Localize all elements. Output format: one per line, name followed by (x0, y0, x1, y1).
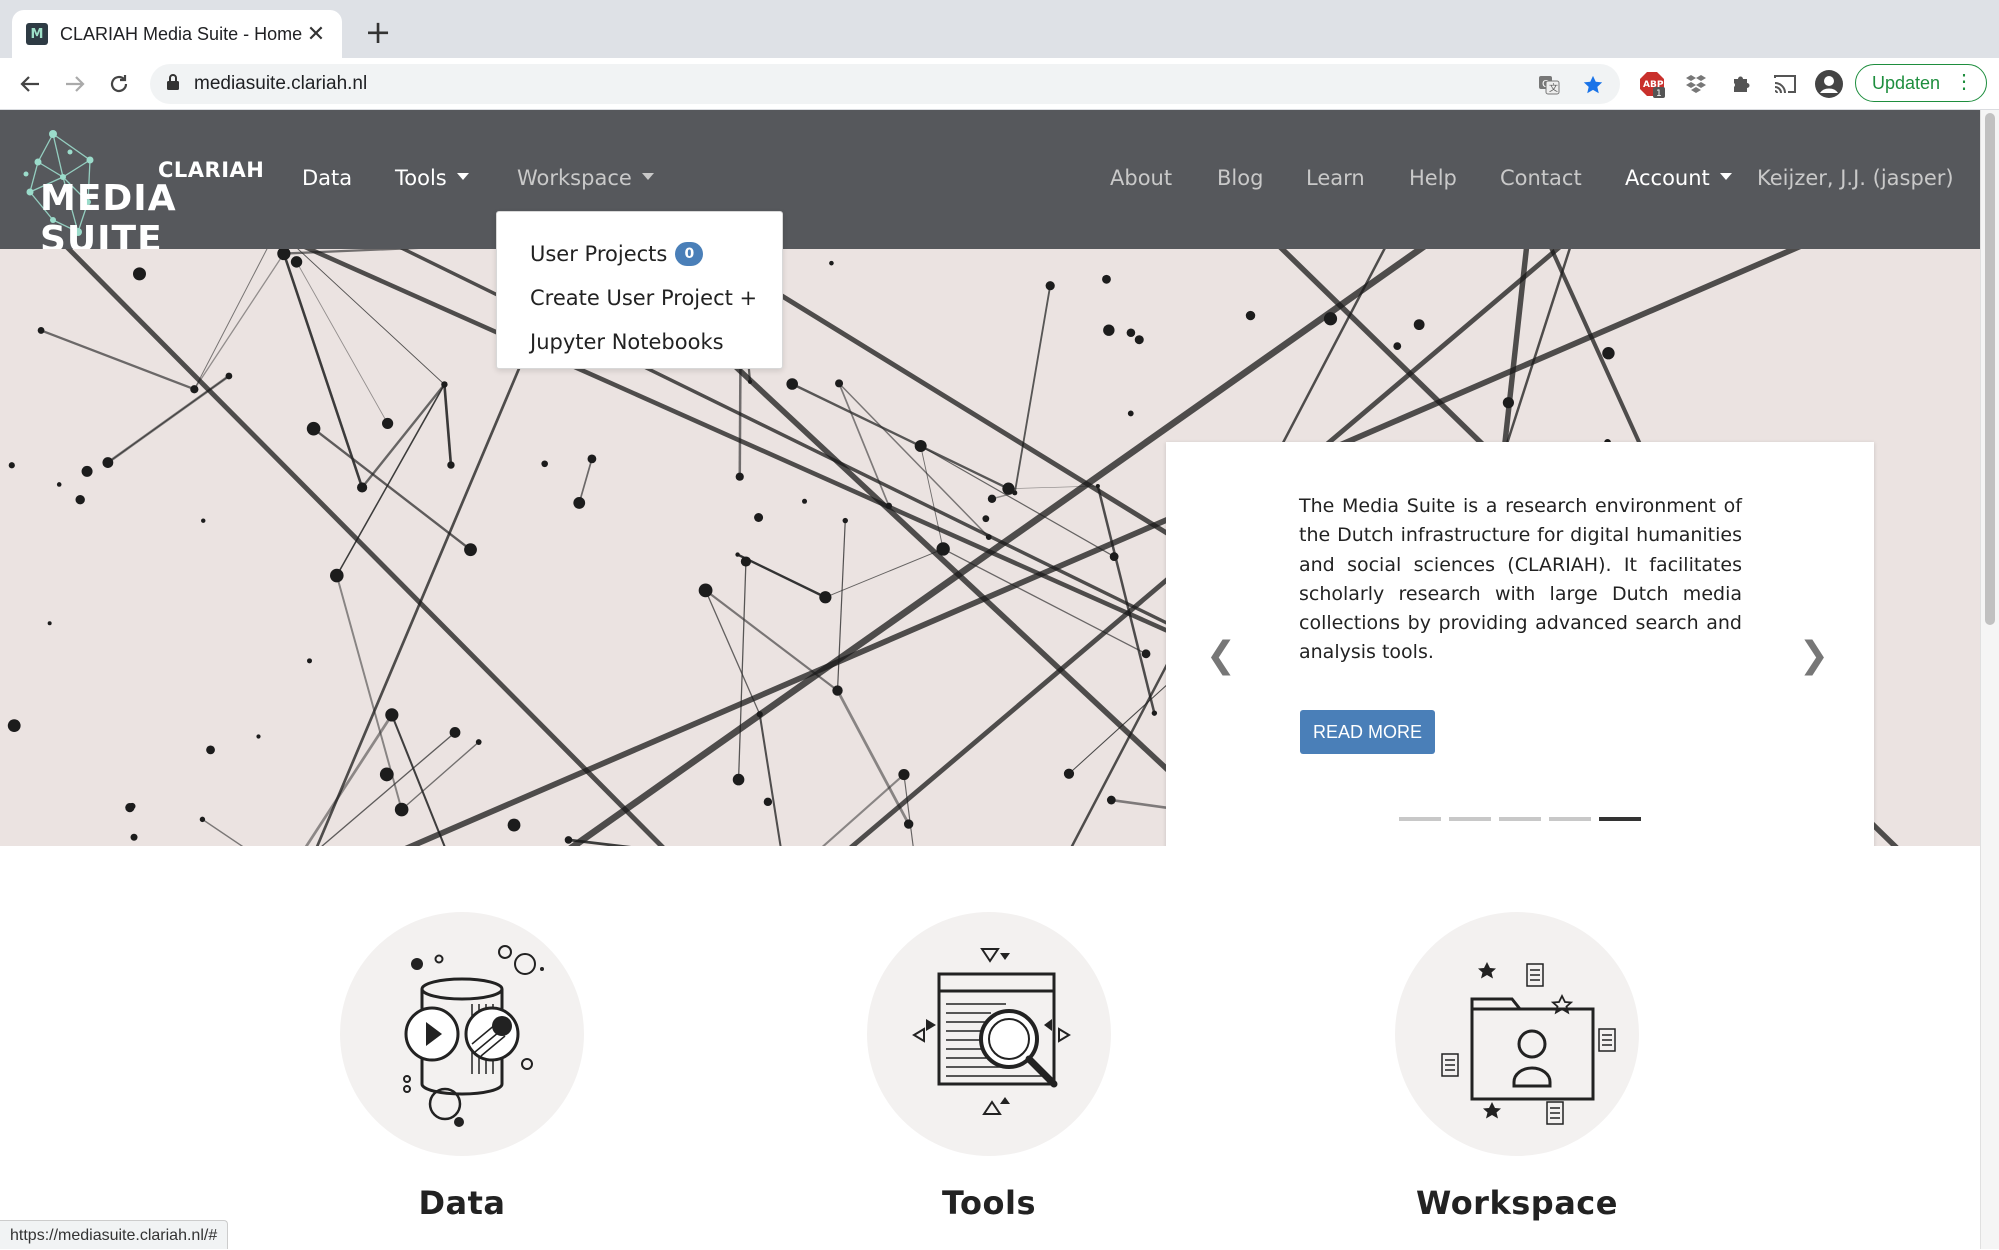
nav-tools-label: Tools (395, 166, 447, 190)
carousel-indicators (1399, 817, 1641, 821)
site-navbar: CLARIAH MEDIA SUITE Data Tools Workspace… (0, 110, 1980, 369)
feature-workspace-title: Workspace (1416, 1184, 1618, 1222)
nav-user-name[interactable]: Keijzer, J.J. (jasper) (1757, 166, 1954, 190)
url-text[interactable]: mediasuite.clariah.nl (194, 73, 367, 95)
dropbox-icon[interactable] (1680, 68, 1712, 100)
nav-help[interactable]: Help (1409, 166, 1457, 190)
workspace-folder-icon (1395, 912, 1639, 1156)
menu-item-label: User Projects (530, 242, 668, 266)
menu-item-create-user-project[interactable]: Create User Project + (497, 276, 782, 320)
tools-search-icon (867, 912, 1111, 1156)
update-browser-button[interactable]: Updaten ⋮ (1855, 64, 1987, 102)
menu-item-label: Create User Project + (530, 286, 758, 310)
browser-toolbar: mediasuite.clariah.nl G文 ABP1 Updaten ⋮ (0, 58, 1999, 110)
caret-down-icon (641, 172, 654, 180)
extensions-puzzle-icon[interactable] (1725, 68, 1757, 100)
carousel-indicator[interactable] (1549, 817, 1591, 821)
logo-line2: MEDIA SUITE (40, 178, 177, 260)
profile-avatar-icon[interactable] (1813, 68, 1845, 100)
carousel-indicator[interactable] (1499, 817, 1541, 821)
carousel-prev-arrow-icon[interactable]: ❮ (1206, 635, 1236, 676)
nav-tools[interactable]: Tools (395, 166, 469, 190)
tab-title: CLARIAH Media Suite - Home (60, 23, 303, 44)
menu-item-label: Jupyter Notebooks (530, 330, 724, 354)
nav-workspace[interactable]: Workspace (517, 166, 654, 190)
page-viewport: CLARIAH MEDIA SUITE Data Tools Workspace… (0, 110, 1980, 1249)
nav-contact[interactable]: Contact (1500, 166, 1582, 190)
status-bar-url: https://mediasuite.clariah.nl/# (0, 1220, 229, 1249)
nav-workspace-label: Workspace (517, 166, 632, 190)
feature-tools-title: Tools (941, 1184, 1037, 1222)
back-arrow-icon[interactable] (12, 66, 48, 102)
bookmark-star-icon[interactable] (1582, 74, 1604, 100)
caret-down-icon (456, 172, 469, 180)
workspace-dropdown-menu: User Projects 0 Create User Project + Ju… (496, 211, 783, 369)
svg-text:文: 文 (1549, 82, 1558, 94)
browser-tab[interactable]: M CLARIAH Media Suite - Home ✕ (12, 10, 342, 58)
nav-learn[interactable]: Learn (1306, 166, 1365, 190)
feature-data-title: Data (418, 1184, 506, 1222)
carousel-next-arrow-icon[interactable]: ❯ (1799, 635, 1829, 676)
nav-about[interactable]: About (1110, 166, 1172, 190)
user-projects-count-badge: 0 (675, 242, 704, 266)
new-tab-icon[interactable]: + (360, 14, 396, 50)
carousel-indicator[interactable] (1399, 817, 1441, 821)
read-more-button[interactable]: READ MORE (1300, 710, 1435, 754)
update-label: Updaten (1872, 72, 1941, 93)
scrollbar-thumb[interactable] (1985, 113, 1995, 625)
lock-icon[interactable] (166, 73, 180, 95)
nav-account-label: Account (1625, 166, 1710, 190)
address-bar[interactable]: mediasuite.clariah.nl G文 (150, 64, 1620, 104)
menu-item-jupyter-notebooks[interactable]: Jupyter Notebooks (497, 320, 782, 364)
menu-dots-icon[interactable]: ⋮ (1954, 72, 1974, 92)
hero-carousel: ❮ The Media Suite is a research environm… (0, 249, 1980, 846)
nav-account[interactable]: Account (1625, 166, 1732, 190)
reload-icon[interactable] (101, 66, 137, 102)
nav-blog[interactable]: Blog (1217, 166, 1263, 190)
menu-item-user-projects[interactable]: User Projects 0 (497, 232, 782, 276)
adblock-extension-icon[interactable]: ABP 1 (1636, 68, 1668, 100)
carousel-indicator[interactable] (1449, 817, 1491, 821)
page-scrollbar[interactable] (1980, 110, 1999, 1249)
browser-tab-bar: M CLARIAH Media Suite - Home ✕ + (0, 0, 1999, 58)
adblock-count: 1 (1656, 89, 1662, 98)
site-favicon-icon: M (26, 23, 48, 45)
feature-tools[interactable]: Tools (867, 912, 1111, 1222)
carousel-text: The Media Suite is a research environmen… (1299, 495, 1742, 664)
nav-data[interactable]: Data (302, 166, 352, 190)
cast-icon[interactable] (1769, 68, 1801, 100)
forward-arrow-icon[interactable] (57, 66, 93, 102)
feature-workspace[interactable]: Workspace (1395, 912, 1639, 1222)
carousel-card: ❮ The Media Suite is a research environm… (1166, 442, 1874, 846)
feature-data[interactable]: Data (340, 912, 584, 1222)
carousel-indicator-active[interactable] (1599, 817, 1641, 821)
translate-icon[interactable]: G文 (1538, 74, 1560, 100)
media-suite-logo[interactable]: CLARIAH MEDIA SUITE (18, 122, 264, 260)
data-cylinder-icon (340, 912, 584, 1156)
close-tab-icon[interactable]: ✕ (304, 22, 328, 47)
caret-down-icon (1719, 172, 1732, 180)
